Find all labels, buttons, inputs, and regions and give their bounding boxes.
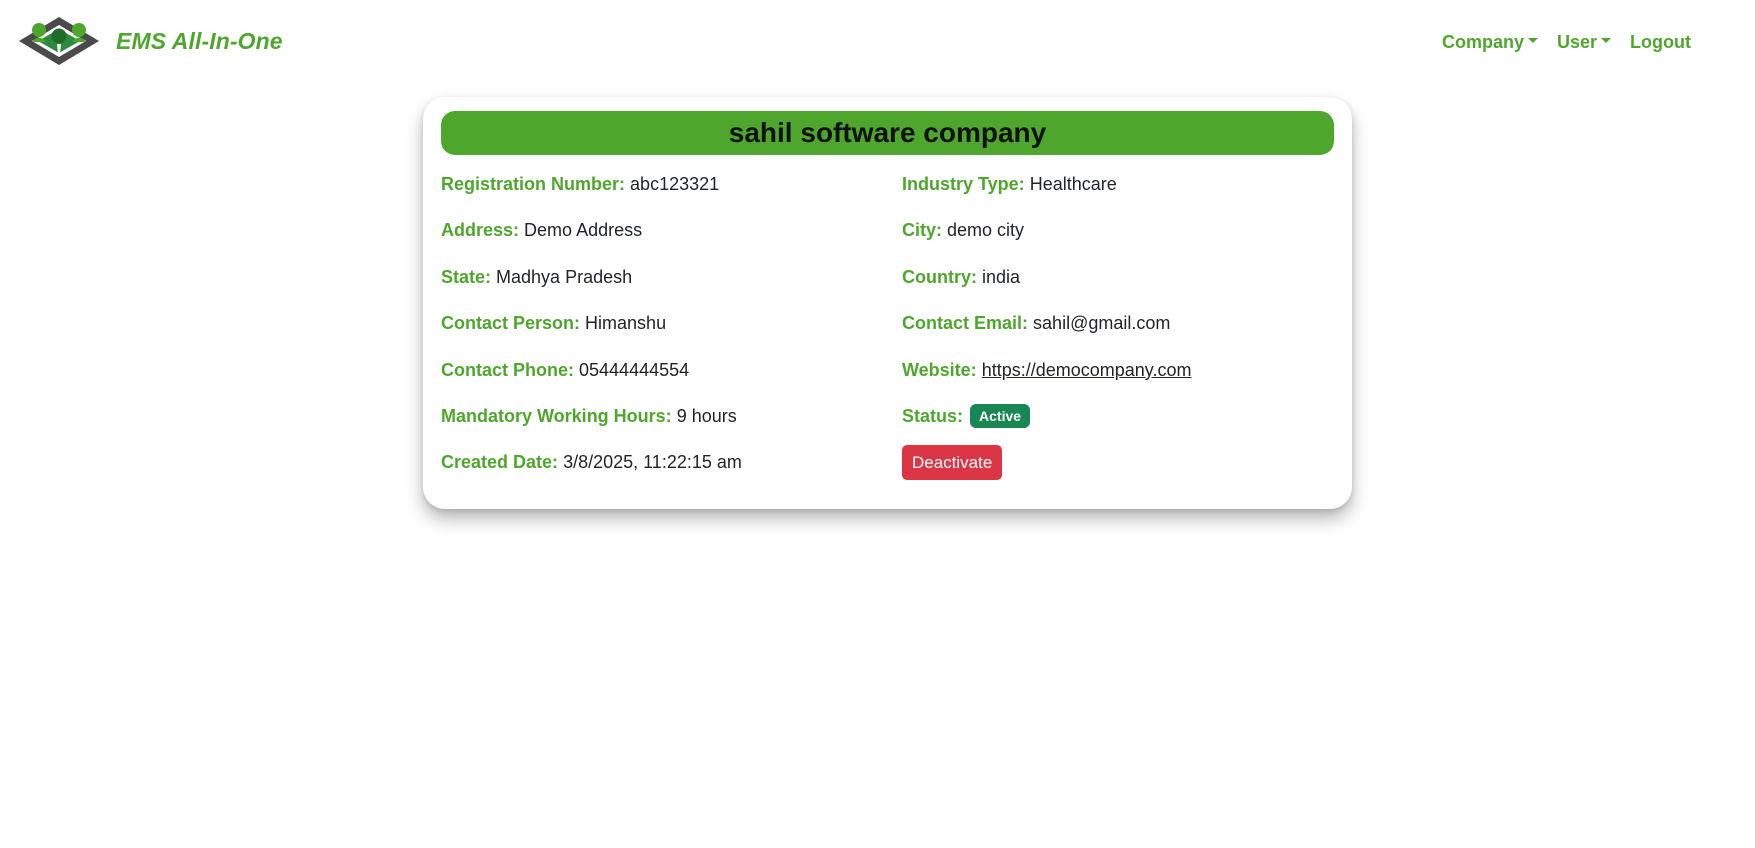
- field-mandatory-working-hours: Mandatory Working Hours: 9 hours: [441, 404, 881, 450]
- field-value: demo city: [947, 220, 1025, 241]
- field-contact-person: Contact Person: Himanshu: [441, 311, 881, 357]
- field-registration-number: Registration Number: abc123321: [441, 172, 881, 218]
- chevron-down-icon: [1527, 38, 1538, 43]
- ems-logo-icon: [19, 17, 99, 65]
- field-label: Status:: [902, 405, 964, 426]
- field-label: Address:: [441, 220, 520, 241]
- field-label: Mandatory Working Hours:: [441, 405, 672, 426]
- status-badge: Active: [970, 403, 1031, 428]
- field-value: Himanshu: [585, 313, 667, 334]
- actions-row: Deactivate: [902, 445, 1334, 496]
- field-value: 3/8/2025, 11:22:15 am: [563, 452, 742, 473]
- field-label: Industry Type:: [902, 174, 1025, 194]
- field-value: sahil@gmail.com: [1033, 313, 1171, 334]
- field-label: Registration Number:: [441, 174, 626, 194]
- field-label: Contact Email:: [902, 313, 1029, 334]
- field-value: Demo Address: [524, 220, 643, 241]
- field-label: Contact Phone:: [441, 359, 574, 380]
- field-value: 9 hours: [676, 405, 737, 426]
- brand-link[interactable]: EMS All-In-One: [18, 16, 283, 66]
- field-value: Madhya Pradesh: [496, 266, 633, 287]
- field-contact-email: Contact Email: sahil@gmail.com: [902, 311, 1334, 357]
- field-country: Country: india: [902, 265, 1334, 311]
- details-left-column: Registration Number: abc123321 Address: …: [441, 172, 881, 497]
- field-industry-type: Industry Type: Healthcare: [902, 172, 1334, 218]
- field-state: State: Madhya Pradesh: [441, 265, 881, 311]
- website-link[interactable]: https://democompany.com: [982, 360, 1192, 380]
- nav-logout-label: Logout: [1630, 32, 1691, 52]
- nav-company-label: Company: [1441, 32, 1524, 52]
- field-city: City: demo city: [902, 218, 1334, 264]
- field-label: Country:: [902, 266, 977, 287]
- field-website: Website: https://democompany.com: [902, 358, 1334, 404]
- field-value: Healthcare: [1029, 174, 1117, 194]
- company-name-header: sahil software company: [441, 111, 1334, 155]
- company-details-card: sahil software company Registration Numb…: [423, 97, 1352, 509]
- field-label: State:: [441, 266, 492, 287]
- brand-name[interactable]: EMS All-In-One: [116, 28, 283, 55]
- nav-company-dropdown[interactable]: Company: [1442, 32, 1538, 53]
- field-created-date: Created Date: 3/8/2025, 11:22:15 am: [441, 450, 881, 496]
- deactivate-button[interactable]: Deactivate: [902, 445, 1003, 481]
- field-value: abc123321: [630, 174, 720, 194]
- top-navbar: EMS All-In-One Company User Logout: [0, 0, 1755, 90]
- field-label: Website:: [902, 359, 977, 380]
- chevron-down-icon: [1601, 38, 1612, 43]
- field-address: Address: Demo Address: [441, 218, 881, 264]
- nav-user-label: User: [1556, 32, 1598, 52]
- nav-logout-link[interactable]: Logout: [1630, 32, 1691, 53]
- nav-links: Company User Logout: [1442, 32, 1691, 53]
- field-label: Created Date:: [441, 452, 559, 473]
- field-value: india: [982, 266, 1021, 287]
- field-value: 05444444554: [579, 359, 690, 380]
- field-contact-phone: Contact Phone: 05444444554: [441, 358, 881, 404]
- field-label: Contact Person:: [441, 313, 581, 334]
- details-right-column: Industry Type: Healthcare City: demo cit…: [902, 172, 1334, 497]
- field-status: Status: Active: [902, 403, 1334, 450]
- nav-user-dropdown[interactable]: User: [1556, 32, 1612, 53]
- field-label: City:: [902, 220, 942, 241]
